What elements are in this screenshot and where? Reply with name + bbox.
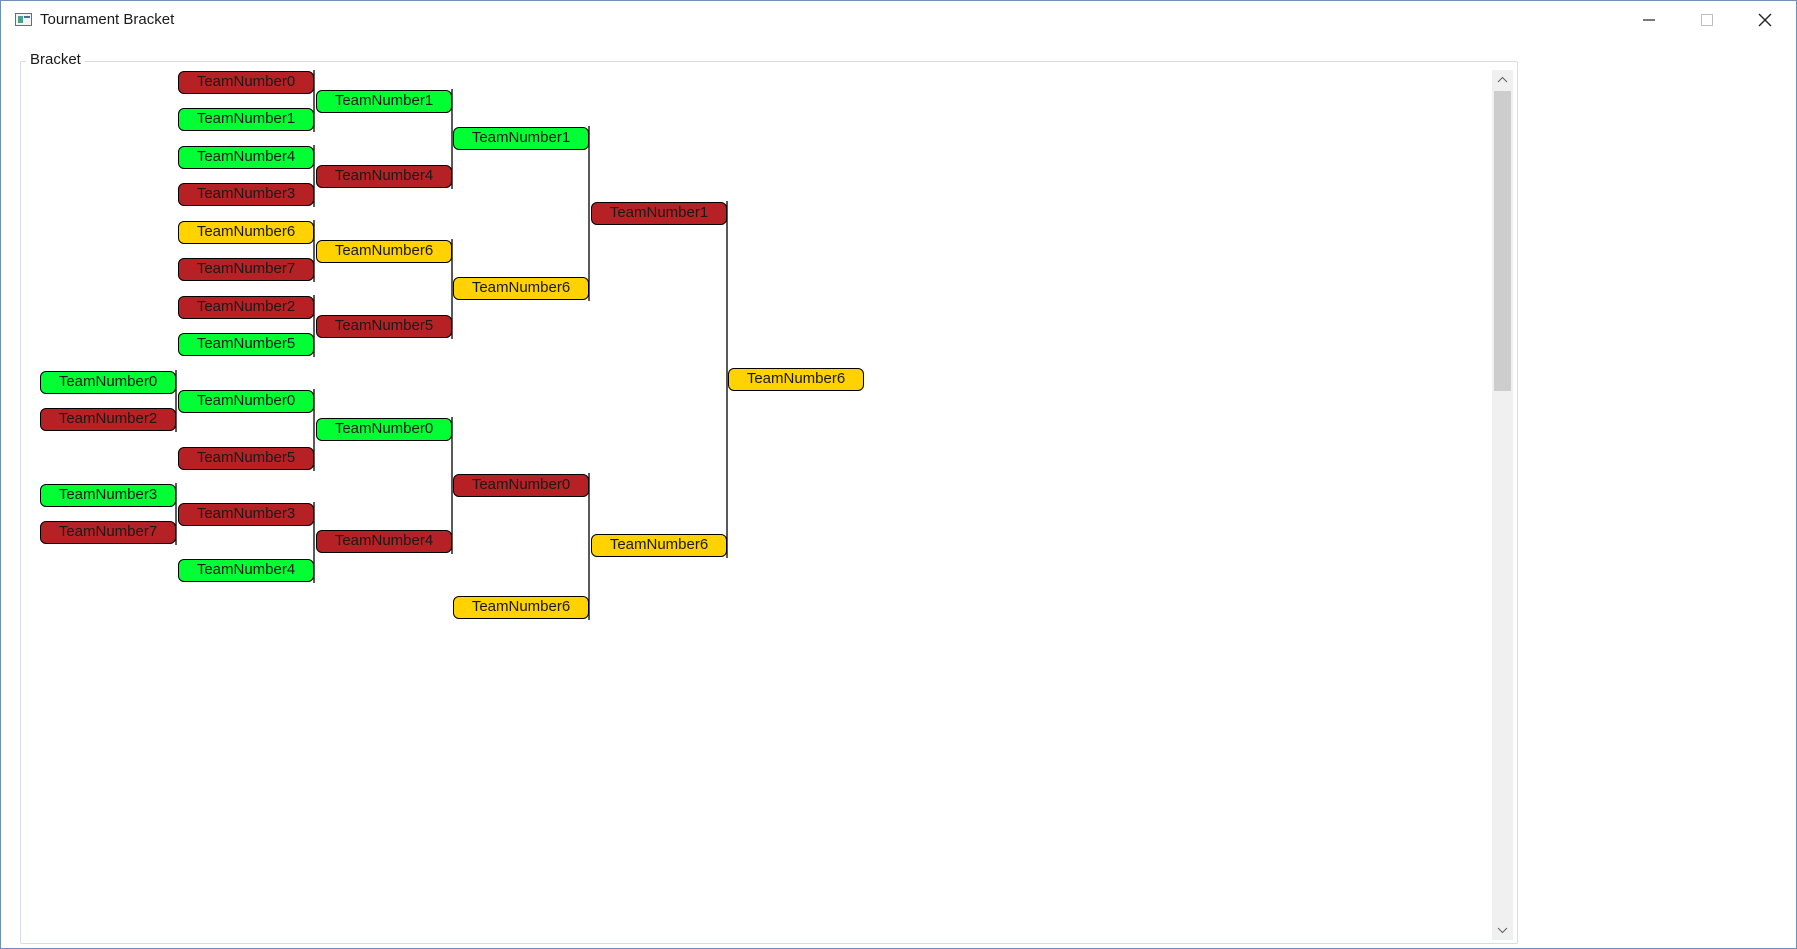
team-box-round-d-4: TeamNumber6 xyxy=(453,596,589,619)
team-box-round-b-8: TeamNumber5 xyxy=(178,333,314,356)
team-box-round-b-6: TeamNumber7 xyxy=(178,258,314,281)
chevron-up-icon xyxy=(1497,76,1508,83)
vertical-scrollbar[interactable] xyxy=(1492,70,1513,940)
team-box-round-c-2: TeamNumber4 xyxy=(316,165,452,188)
team-box-round-b-1: TeamNumber0 xyxy=(178,71,314,94)
team-box-round-c-5: TeamNumber0 xyxy=(316,418,452,441)
team-box-round-b-7: TeamNumber2 xyxy=(178,296,314,319)
scroll-up-button[interactable] xyxy=(1492,70,1513,90)
team-box-round-b-9: TeamNumber0 xyxy=(178,390,314,413)
team-box-round-e-2: TeamNumber6 xyxy=(591,534,727,557)
team-box-round-d-3: TeamNumber0 xyxy=(453,474,589,497)
team-box-round-c-4: TeamNumber5 xyxy=(316,315,452,338)
bracket-connector-lines xyxy=(175,70,728,620)
team-box-round-b-3: TeamNumber4 xyxy=(178,146,314,169)
team-box-round-b-2: TeamNumber1 xyxy=(178,108,314,131)
team-box-round-f-1: TeamNumber6 xyxy=(728,368,864,391)
team-box-round-e-1: TeamNumber1 xyxy=(591,202,727,225)
team-box-round-a-2: TeamNumber2 xyxy=(40,408,176,431)
team-box-round-b-10: TeamNumber5 xyxy=(178,447,314,470)
bracket-canvas: TeamNumber0 TeamNumber2 TeamNumber3 TeamNum… xyxy=(1,1,1796,948)
team-box-round-c-3: TeamNumber6 xyxy=(316,240,452,263)
team-box-round-a-1: TeamNumber0 xyxy=(40,371,176,394)
team-box-round-a-4: TeamNumber7 xyxy=(40,521,176,544)
team-box-round-c-1: TeamNumber1 xyxy=(316,90,452,113)
team-box-round-b-5: TeamNumber6 xyxy=(178,221,314,244)
app-window: Tournament Bracket Bracket TeamNumber0 Te… xyxy=(0,0,1797,949)
team-box-round-d-2: TeamNumber6 xyxy=(453,277,589,300)
scroll-thumb[interactable] xyxy=(1494,91,1511,391)
team-box-round-b-4: TeamNumber3 xyxy=(178,183,314,206)
chevron-down-icon xyxy=(1497,927,1508,934)
team-box-round-b-11: TeamNumber3 xyxy=(178,503,314,526)
scroll-down-button[interactable] xyxy=(1492,920,1513,940)
team-box-round-a-3: TeamNumber3 xyxy=(40,484,176,507)
team-box-round-d-1: TeamNumber1 xyxy=(453,127,589,150)
team-box-round-c-6: TeamNumber4 xyxy=(316,530,452,553)
team-box-round-b-12: TeamNumber4 xyxy=(178,559,314,582)
